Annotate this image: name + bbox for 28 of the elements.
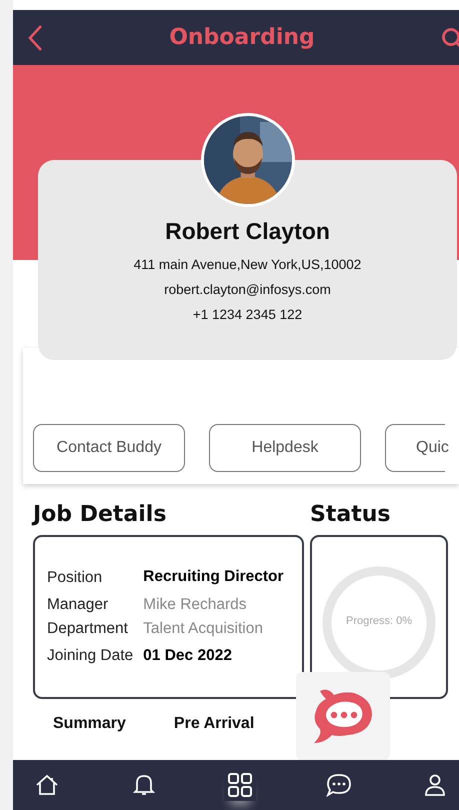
field-label: Joining Date bbox=[47, 647, 134, 666]
grid-icon bbox=[228, 773, 252, 797]
section-tab[interactable]: Summary bbox=[53, 715, 126, 733]
employee-name: Robert Clayton bbox=[165, 218, 330, 245]
section-heading: Job Details bbox=[33, 502, 168, 527]
profile-icon bbox=[425, 774, 445, 796]
quick-action-button[interactable]: Contact Buddy bbox=[33, 424, 185, 472]
section-tab[interactable]: Pre Arrival bbox=[174, 715, 254, 733]
field-label: Position bbox=[47, 568, 104, 587]
search-icon[interactable] bbox=[441, 26, 459, 48]
field-label: Manager bbox=[47, 596, 110, 614]
chat-icon bbox=[326, 773, 352, 797]
phone-text: +1 1234 2345 122 bbox=[192, 307, 302, 322]
field-value: Recruiting Director bbox=[143, 567, 284, 588]
back-icon[interactable] bbox=[27, 24, 43, 52]
address-text: 411 main Avenue,New York,US,10002 bbox=[134, 257, 362, 272]
section-heading: Status bbox=[310, 502, 392, 527]
field-value: Talent Acquisition bbox=[143, 620, 264, 638]
bell-icon bbox=[132, 773, 154, 797]
home-icon bbox=[35, 774, 59, 796]
email-text: robert.clayton@infosys.com bbox=[164, 282, 331, 297]
quick-action-button[interactable]: Helpdesk bbox=[209, 424, 361, 472]
chat-button[interactable] bbox=[296, 672, 390, 760]
field-value: 01 Dec 2022 bbox=[143, 646, 233, 666]
progress-label: Progress: 0% bbox=[344, 615, 414, 627]
field-value: Mike Rechards bbox=[143, 596, 248, 614]
field-label: Department bbox=[47, 620, 129, 638]
page-title: Onboarding bbox=[169, 25, 315, 50]
